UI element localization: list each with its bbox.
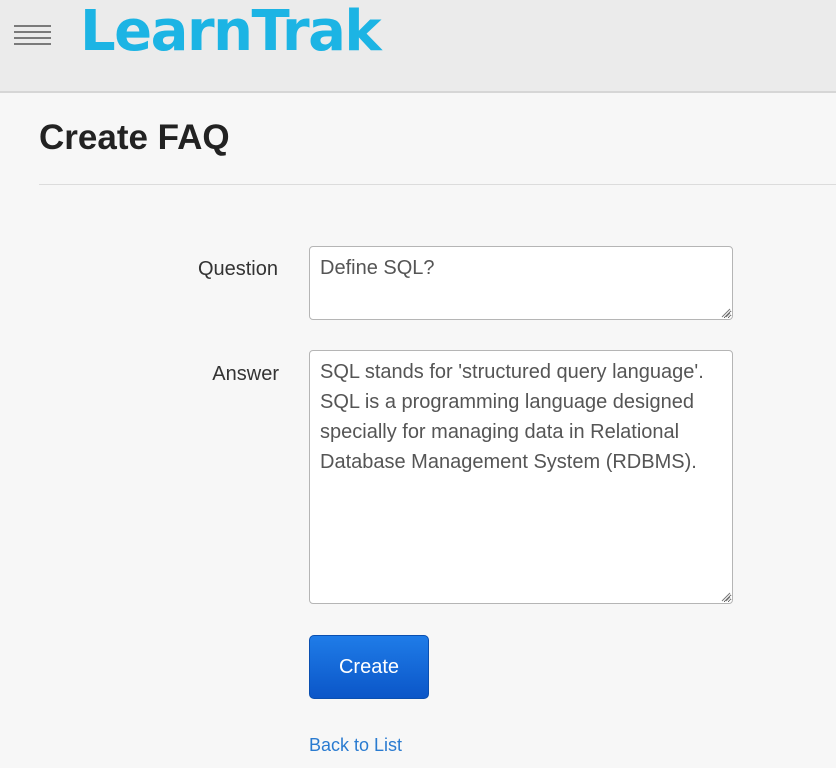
question-label: Question — [197, 258, 278, 280]
answer-label: Answer — [212, 363, 279, 385]
question-field[interactable] — [309, 246, 733, 320]
create-button[interactable]: Create — [309, 635, 429, 699]
logo[interactable]: LearnTrak — [80, 0, 382, 64]
answer-field[interactable] — [309, 350, 733, 604]
title-divider — [39, 184, 836, 185]
hamburger-menu-icon[interactable] — [14, 21, 52, 47]
back-to-list-link[interactable]: Back to List — [309, 734, 402, 756]
page-title: Create FAQ — [39, 118, 230, 157]
top-bar: LearnTrak — [0, 0, 836, 93]
